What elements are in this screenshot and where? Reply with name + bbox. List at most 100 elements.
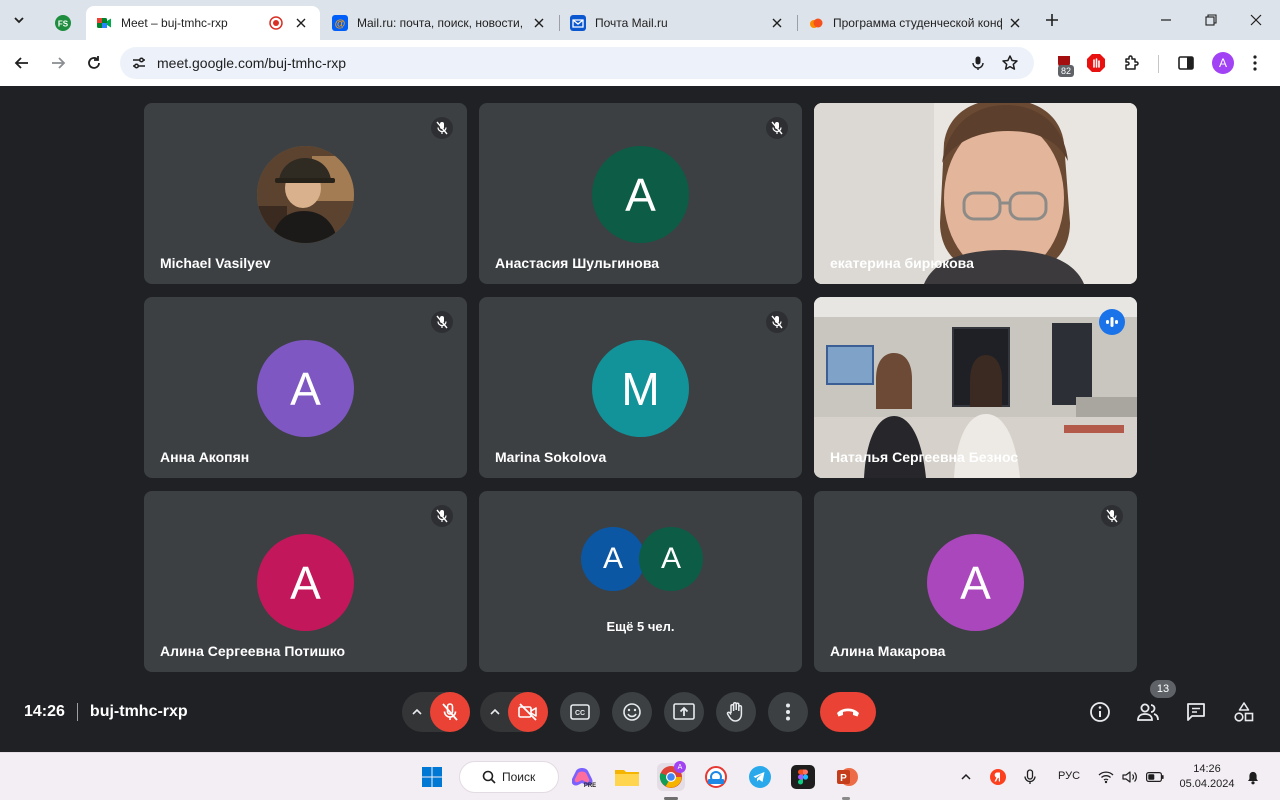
minimize-window-button[interactable] [1154,8,1178,32]
yandex-tray-button[interactable] [988,767,1008,787]
browser-tab-bar: FS Meet – buj-tmhc-rxp @ Mail.ru: почта,… [0,0,1280,40]
copilot-app[interactable]: PRE [570,763,598,791]
tab-mail-inbox[interactable]: Почта Mail.ru [560,6,796,40]
more-options-button[interactable] [768,692,808,732]
more-vertical-icon [786,703,790,721]
close-window-button[interactable] [1244,8,1268,32]
participant-name: Marina Sokolova [495,449,607,465]
participant-tile[interactable]: Michael Vasilyev [144,103,467,284]
address-bar[interactable]: meet.google.com/buj-tmhc-rxp [120,47,1034,79]
bookmark-star-icon[interactable] [999,52,1021,74]
google-meet-icon [96,15,112,31]
camera-toggle-button[interactable] [508,692,548,732]
recording-indicator-icon [268,15,284,31]
reactions-button[interactable] [612,692,652,732]
raise-hand-icon [726,702,743,722]
powerpoint-app[interactable]: P [833,763,861,791]
forward-button[interactable] [46,51,70,75]
close-tab-icon[interactable] [1006,14,1024,32]
tab-mailru[interactable]: @ Mail.ru: почта, поиск, новости, [322,6,558,40]
close-tab-icon[interactable] [292,14,310,32]
side-panel-icon [1178,56,1194,70]
divider [76,703,78,721]
tab-meet[interactable]: Meet – buj-tmhc-rxp [86,6,320,40]
participant-tile[interactable]: A Алина Макарова [814,491,1137,672]
participant-name: Алина Сергеевна Потишко [160,643,346,659]
meeting-details-button[interactable] [1086,698,1114,726]
participant-video-tile-speaking[interactable]: Наталья Сергеевна Безнос [814,297,1137,478]
more-participants-tile[interactable]: A A Ещё 5 чел. [479,491,802,672]
meeting-time: 14:26 [24,703,65,721]
mic-off-icon [436,509,448,523]
tab-pinned-fs[interactable]: FS [40,6,86,40]
new-tab-button[interactable] [1042,10,1062,30]
participant-tile[interactable]: A Анна Акопян [144,297,467,478]
audio-options-button[interactable] [408,703,426,721]
minimize-icon [1161,19,1171,21]
taskbar-search[interactable]: Поиск [459,761,559,793]
battery-button[interactable] [1145,767,1165,787]
mail-envelope-icon [570,15,586,31]
participant-tile[interactable]: A Алина Сергеевна Потишко [144,491,467,672]
participant-video-tile[interactable]: екатерина бирюкова [814,103,1137,284]
tab-search-button[interactable] [6,7,32,33]
browser-toolbar: meet.google.com/buj-tmhc-rxp 82 A [0,40,1280,86]
participant-tile[interactable]: M Marina Sokolova [479,297,802,478]
close-tab-icon[interactable] [530,14,548,32]
avatar-initial: A [927,534,1024,631]
show-hidden-icons-button[interactable] [956,767,976,787]
more-vertical-icon [1253,55,1257,71]
copilot-icon: PRE [572,768,596,789]
site-info-icon[interactable] [128,52,150,74]
closed-captions-icon: CC [570,704,590,720]
browser-menu-button[interactable] [1243,51,1267,75]
tab-conference-program[interactable]: Программа студенческой конф [798,6,1034,40]
extension-red-button[interactable] [1084,51,1108,75]
extensions-puzzle-button[interactable] [1120,51,1144,75]
snipping-tool-app[interactable] [702,763,730,791]
participant-name: Алина Макарова [830,643,946,659]
activities-button[interactable] [1230,698,1258,726]
mic-off-indicator [431,505,453,527]
input-language[interactable]: РУС [1058,770,1080,782]
captions-button[interactable]: CC [560,692,600,732]
avatar-initial: A [581,527,645,591]
raise-hand-button[interactable] [716,692,756,732]
start-button[interactable] [418,763,446,791]
notifications-button[interactable] [1243,767,1263,787]
volume-button[interactable] [1120,767,1140,787]
video-options-button[interactable] [486,703,504,721]
leave-call-button[interactable] [820,692,876,732]
restore-icon [1205,14,1217,26]
system-clock[interactable]: 14:26 05.04.2024 [1176,762,1238,792]
chevron-up-icon [412,708,422,715]
reload-button[interactable] [82,51,106,75]
profile-avatar[interactable]: A [1212,52,1234,74]
svg-text:CC: CC [575,710,585,717]
meet-stage: Michael Vasilyev A Анастасия Шульгинова … [0,86,1280,752]
chat-button[interactable] [1182,698,1210,726]
emoji-smile-icon [623,703,641,721]
hang-up-icon [837,708,859,717]
present-screen-button[interactable] [664,692,704,732]
figma-app[interactable] [789,763,817,791]
meeting-info: 14:26 buj-tmhc-rxp [24,703,188,721]
telegram-icon [749,766,771,788]
restore-window-button[interactable] [1199,8,1223,32]
url-text: meet.google.com/buj-tmhc-rxp [157,55,347,71]
microphone-icon[interactable] [967,52,989,74]
microphone-tray-button[interactable] [1020,767,1040,787]
search-icon [482,770,496,784]
avatar-initial: M [592,340,689,437]
network-button[interactable] [1096,767,1116,787]
microphone-toggle-button[interactable] [430,692,470,732]
participant-tile[interactable]: A Анастасия Шульгинова [479,103,802,284]
participant-name: екатерина бирюкова [830,255,974,271]
telegram-app[interactable] [746,763,774,791]
back-button[interactable] [10,51,34,75]
side-panel-button[interactable] [1174,51,1198,75]
close-tab-icon[interactable] [768,14,786,32]
file-explorer-app[interactable] [613,763,641,791]
people-button[interactable] [1134,698,1162,726]
people-icon [1137,703,1159,721]
